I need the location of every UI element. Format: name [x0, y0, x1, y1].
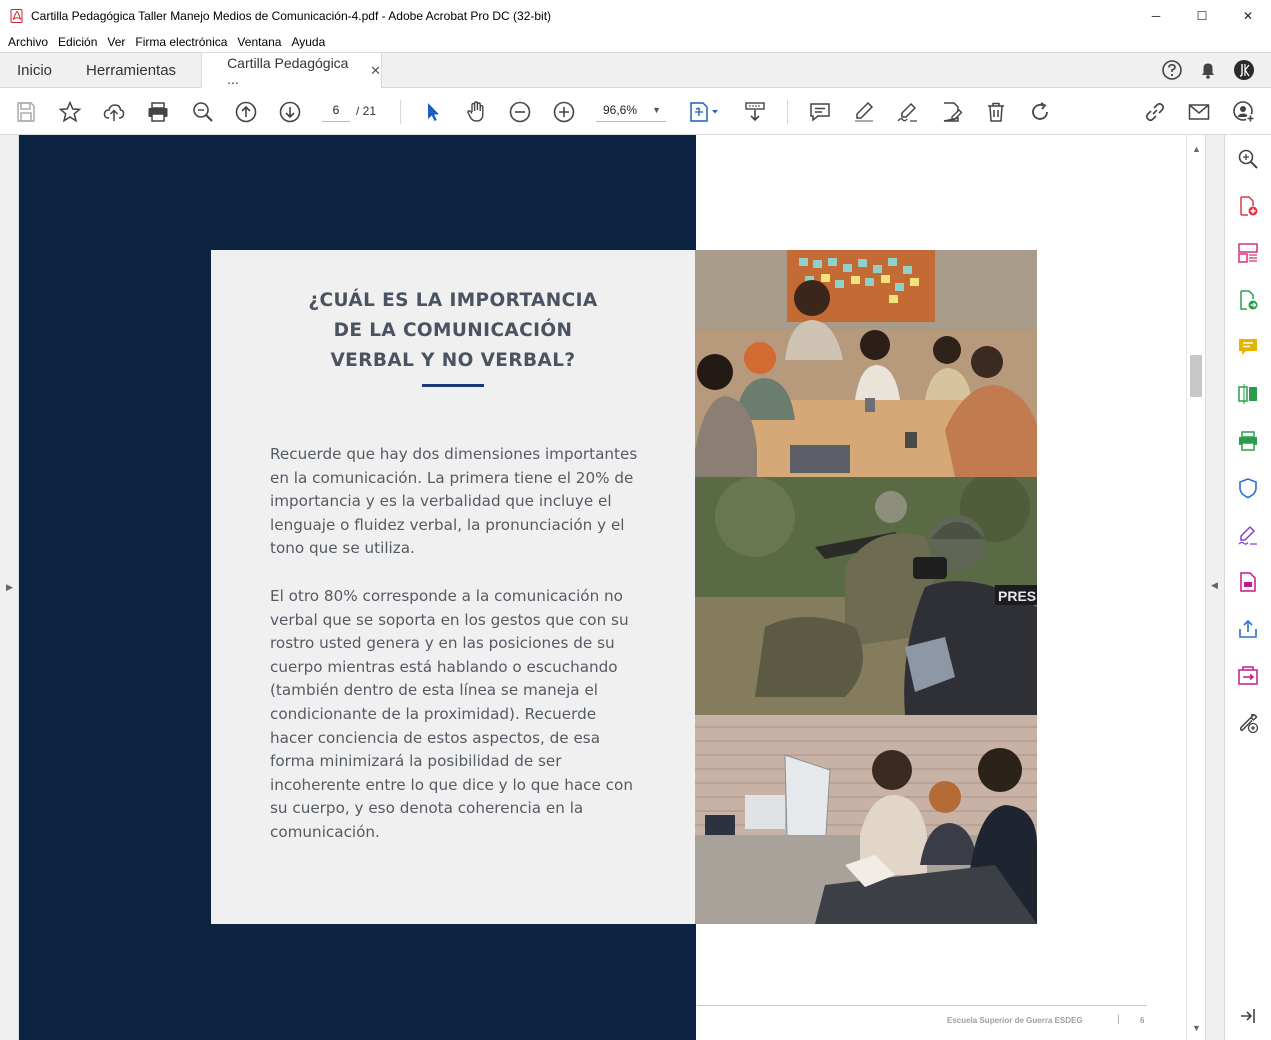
add-user-icon[interactable]	[1231, 99, 1257, 125]
share-link-icon[interactable]	[1142, 99, 1168, 125]
content-card: ¿CUÁL ES LA IMPORTANCIA DE LA COMUNICACI…	[211, 250, 696, 924]
paragraph-verbal: Recuerde que hay dos dimensiones importa…	[270, 445, 638, 558]
toolbar-separator	[400, 100, 401, 124]
footer-school-name: Escuela Superior de Guerra ESDEG	[947, 1016, 1083, 1025]
menu-firma-electronica[interactable]: Firma electrónica	[130, 35, 232, 49]
zoom-level-value: 96,6%	[603, 102, 638, 117]
prepare-form-icon[interactable]	[1235, 569, 1261, 595]
pdf-page: ¿CUÁL ES LA IMPORTANCIA DE LA COMUNICACI…	[19, 135, 1186, 1040]
notification-bell-icon[interactable]	[1197, 59, 1219, 81]
share-export-icon[interactable]	[1235, 616, 1261, 642]
document-viewer[interactable]: ▶ ¿CUÁL ES LA IMPORTANCIA DE LA COMUNICA…	[0, 135, 1224, 1040]
close-window-button[interactable]: ✕	[1225, 0, 1271, 31]
sign-pen-icon[interactable]	[895, 99, 921, 125]
scroll-thumb[interactable]	[1190, 355, 1202, 397]
scroll-up-icon[interactable]: ▲	[1192, 144, 1201, 154]
cloud-upload-icon[interactable]	[101, 99, 127, 125]
heading-line: ¿CUÁL ES LA IMPORTANCIA	[308, 290, 598, 311]
help-icon[interactable]	[1161, 59, 1183, 81]
left-panel-toggle[interactable]: ▶	[0, 135, 19, 1040]
delete-trash-icon[interactable]	[983, 99, 1009, 125]
menu-bar: Archivo Edición Ver Firma electrónica Ve…	[0, 31, 1271, 52]
scan-ocr-icon[interactable]	[1235, 428, 1261, 454]
highlight-pen-icon[interactable]	[851, 99, 877, 125]
menu-archivo[interactable]: Archivo	[3, 35, 53, 49]
tab-document[interactable]: Cartilla Pedagógica ... ✕	[201, 53, 383, 88]
more-tools-wrench-icon[interactable]	[1235, 710, 1261, 736]
expand-left-panel-icon[interactable]: ▶	[6, 582, 13, 593]
account-icons	[1161, 53, 1271, 87]
vertical-scrollbar[interactable]: ▲ ▼	[1186, 135, 1205, 1040]
collapse-tools-pane-icon[interactable]	[1235, 1003, 1261, 1029]
tools-pane	[1224, 135, 1271, 1040]
heading-underline	[422, 384, 484, 387]
page-total-label: / 21	[356, 104, 377, 118]
press-vest-label: PRES	[998, 588, 1036, 604]
protect-shield-icon[interactable]	[1235, 475, 1261, 501]
tab-herramientas[interactable]: Herramientas	[69, 53, 193, 87]
heading-line: DE LA COMUNICACIÓN	[333, 320, 573, 341]
export-pdf-icon[interactable]	[1235, 287, 1261, 313]
maximize-button[interactable]: ☐	[1179, 0, 1225, 31]
tab-inicio[interactable]: Inicio	[0, 53, 69, 87]
footer-separator: |	[1117, 1014, 1120, 1025]
zoom-out-icon[interactable]	[507, 99, 533, 125]
organize-pages-icon[interactable]	[1235, 240, 1261, 266]
comment-tool-icon[interactable]	[1235, 334, 1261, 360]
edit-pdf-icon[interactable]	[939, 99, 965, 125]
page-heading: ¿CUÁL ES LA IMPORTANCIA DE LA COMUNICACI…	[271, 286, 635, 376]
print-icon[interactable]	[145, 99, 171, 125]
meeting-photo	[695, 250, 1037, 477]
zoom-search-icon[interactable]	[190, 99, 216, 125]
hand-tool-icon[interactable]	[463, 99, 489, 125]
scroll-mode-icon[interactable]	[742, 99, 768, 125]
title-bar: Cartilla Pedagógica Taller Manejo Medios…	[0, 0, 1271, 31]
toolbar: / 21 96,6% ▼	[0, 88, 1271, 135]
next-page-icon[interactable]	[277, 99, 303, 125]
user-avatar-icon[interactable]	[1233, 59, 1255, 81]
acrobat-app-icon	[10, 8, 24, 23]
compare-files-icon[interactable]	[1235, 381, 1261, 407]
email-icon[interactable]	[1186, 99, 1212, 125]
soldiers-photo: PRES	[695, 477, 1037, 715]
menu-ayuda[interactable]: Ayuda	[286, 35, 330, 49]
footer-rule	[697, 1005, 1147, 1006]
collapse-right-panel-icon[interactable]: ◀	[1211, 580, 1218, 591]
heading-line: VERBAL Y NO VERBAL?	[330, 350, 576, 371]
save-icon[interactable]	[13, 99, 39, 125]
page-number-input[interactable]	[322, 98, 350, 122]
tab-bar: Inicio Herramientas Cartilla Pedagógica …	[0, 52, 1271, 88]
comment-icon[interactable]	[807, 99, 833, 125]
toolbar-separator	[787, 100, 788, 124]
right-panel-toggle[interactable]: ◀	[1205, 135, 1224, 1040]
close-tab-icon[interactable]: ✕	[370, 63, 381, 79]
rotate-icon[interactable]	[1027, 99, 1053, 125]
window-title: Cartilla Pedagógica Taller Manejo Medios…	[31, 8, 552, 23]
fill-sign-icon[interactable]	[1235, 522, 1261, 548]
footer-page-number: 6	[1140, 1016, 1145, 1025]
menu-edicion[interactable]: Edición	[53, 35, 102, 49]
previous-page-icon[interactable]	[233, 99, 259, 125]
menu-ver[interactable]: Ver	[102, 35, 130, 49]
minimize-button[interactable]: ─	[1133, 0, 1179, 31]
document-tab-label: Cartilla Pedagógica ...	[227, 54, 349, 87]
send-for-signature-icon[interactable]	[1235, 663, 1261, 689]
zoom-in-icon[interactable]	[551, 99, 577, 125]
paragraph-nonverbal: El otro 80% corresponde a la comunicació…	[270, 587, 633, 841]
create-pdf-icon[interactable]	[1235, 193, 1261, 219]
select-cursor-icon[interactable]	[420, 99, 446, 125]
zoom-level-select[interactable]: 96,6% ▼	[596, 98, 666, 122]
scroll-down-icon[interactable]: ▼	[1192, 1023, 1201, 1033]
chevron-down-icon: ▼	[652, 104, 661, 115]
office-photo	[695, 715, 1037, 924]
fit-page-icon[interactable]	[686, 99, 722, 125]
bookmark-star-icon[interactable]	[57, 99, 83, 125]
zoom-search-icon[interactable]	[1235, 146, 1261, 172]
menu-ventana[interactable]: Ventana	[232, 35, 286, 49]
